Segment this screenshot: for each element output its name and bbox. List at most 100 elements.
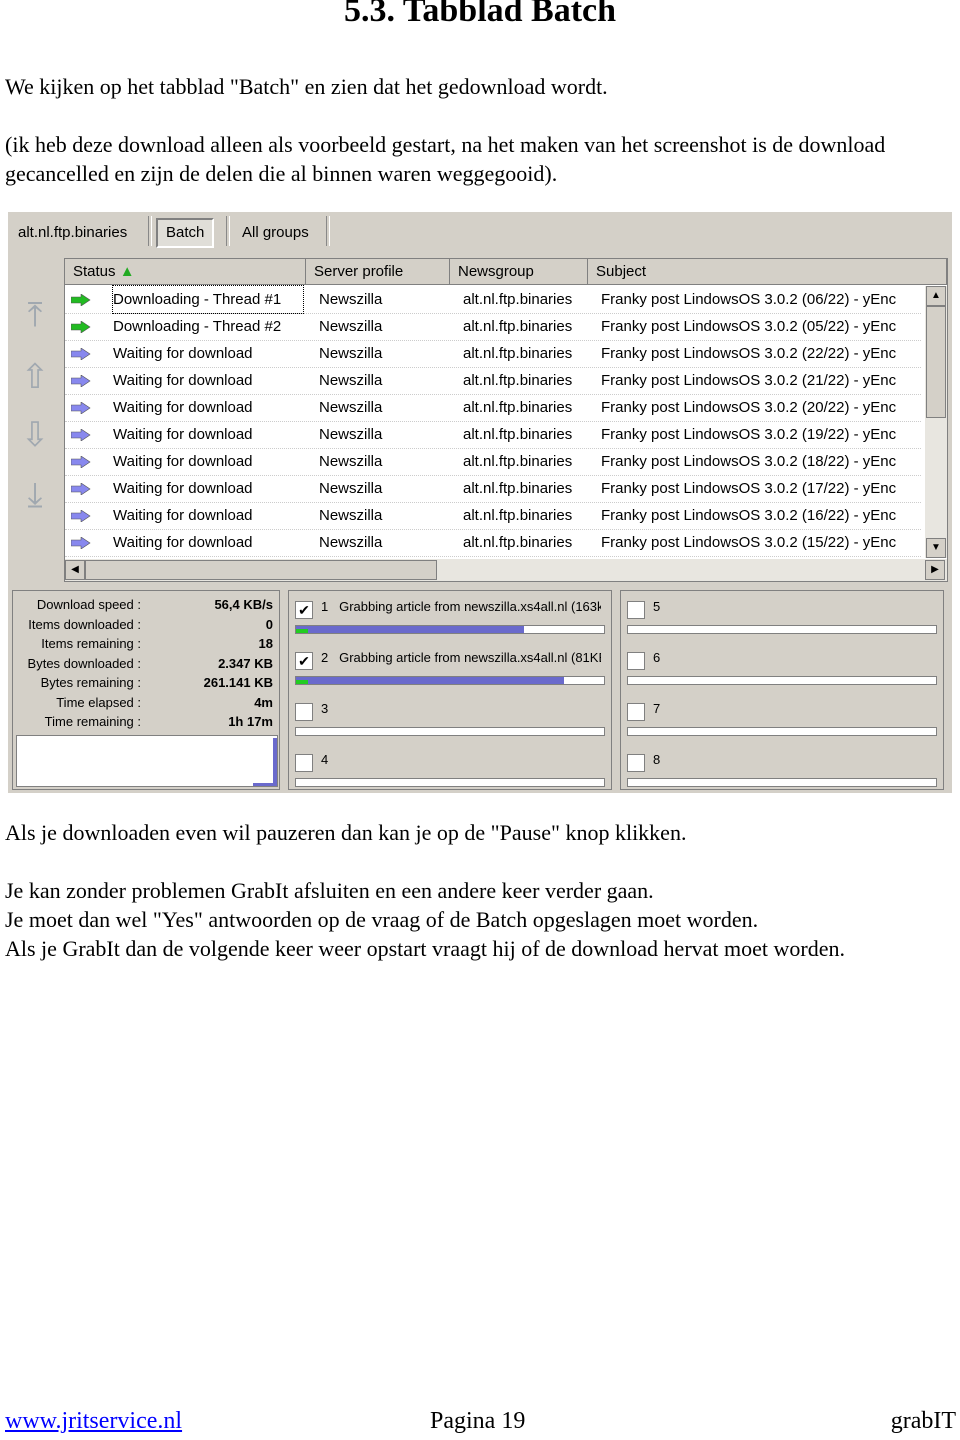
thread-progress-bar (295, 727, 605, 736)
footer-link[interactable]: www.jritservice.nl (5, 1408, 182, 1435)
grabit-screenshot: alt.nl.ftp.binaries Batch All groups ⤒ ⇧… (8, 212, 952, 793)
footer-brand: grabIT (890, 1408, 956, 1434)
stat-value: 56,4 KB/s (214, 597, 273, 612)
move-down-button[interactable]: ⇩ (20, 410, 50, 460)
tab-newsgroup[interactable]: alt.nl.ftp.binaries (18, 220, 127, 246)
status-cell: Waiting for download (113, 534, 253, 551)
thread-text: 3 (321, 701, 601, 716)
newsgroup-cell: alt.nl.ftp.binaries (463, 453, 573, 470)
status-cell: Waiting for download (113, 480, 253, 497)
status-cell: Waiting for download (113, 507, 253, 524)
threads-panel-left: ✔ 1 Grabbing article from newszilla.xs4a… (288, 590, 612, 790)
server-cell: Newszilla (319, 480, 383, 497)
server-cell: Newszilla (319, 345, 383, 362)
tab-batch[interactable]: Batch (156, 218, 215, 248)
move-up-button[interactable]: ⇧ (20, 352, 50, 402)
move-to-bottom-button[interactable]: ⤓ (20, 470, 50, 520)
table-row[interactable]: Waiting for download Newszilla alt.nl.ft… (65, 448, 921, 476)
status-cell: Downloading - Thread #2 (113, 318, 282, 335)
page-title: 5.3. Tabblad Batch (343, 0, 617, 29)
subject-cell: Franky post LindowsOS 3.0.2 (21/22) - yE… (601, 372, 897, 389)
tab-all-groups[interactable]: All groups (242, 220, 309, 246)
stat-label: Download speed : (36, 597, 141, 612)
table-row[interactable]: Downloading - Thread #2 Newszilla alt.nl… (65, 313, 921, 341)
waiting-arrow-icon (71, 429, 91, 441)
thread-checkbox[interactable]: ✔ (295, 601, 313, 619)
table-row[interactable]: Waiting for download Newszilla alt.nl.ft… (65, 475, 921, 503)
scroll-left-icon[interactable]: ◀ (65, 560, 85, 580)
waiting-arrow-icon (71, 537, 91, 549)
thread-progress-bar (295, 778, 605, 787)
status-cell: Waiting for download (113, 372, 253, 389)
subject-cell: Franky post LindowsOS 3.0.2 (18/22) - yE… (601, 453, 897, 470)
thread-slot: ✔ 1 Grabbing article from newszilla.xs4a… (289, 593, 613, 643)
scroll-down-icon[interactable]: ▼ (926, 538, 946, 558)
server-cell: Newszilla (319, 426, 383, 443)
waiting-arrow-icon (71, 510, 91, 522)
table-row[interactable]: Waiting for download Newszilla alt.nl.ft… (65, 421, 921, 449)
horizontal-scrollbar[interactable]: ◀ ▶ (65, 559, 947, 581)
table-row[interactable]: Waiting for download Newszilla alt.nl.ft… (65, 502, 921, 530)
divider (226, 216, 230, 246)
newsgroup-cell: alt.nl.ftp.binaries (463, 507, 573, 524)
thread-checkbox[interactable] (627, 652, 645, 670)
column-header-newsgroup[interactable]: Newsgroup (450, 259, 588, 285)
thread-number: 1 (321, 599, 329, 614)
waiting-arrow-icon (71, 375, 91, 387)
waiting-arrow-icon (71, 348, 91, 360)
subject-cell: Franky post LindowsOS 3.0.2 (06/22) - yE… (601, 291, 897, 308)
newsgroup-cell: alt.nl.ftp.binaries (463, 318, 573, 335)
stat-label: Bytes downloaded : (27, 655, 141, 671)
server-cell: Newszilla (319, 372, 383, 389)
vertical-scrollbar[interactable]: ▲ ▼ (925, 286, 947, 558)
table-row[interactable]: Waiting for download Newszilla alt.nl.ft… (65, 340, 921, 368)
thread-progress-bar (627, 676, 937, 685)
column-header-subject[interactable]: Subject (588, 259, 947, 285)
stats-panel: Download speed : 56,4 KB/s Items download… (12, 590, 280, 790)
paragraph: Als je downloaden even wil pauzeren dan … (5, 820, 687, 845)
thread-progress-bar (627, 625, 937, 634)
waiting-arrow-icon (71, 456, 91, 468)
thread-status: Grabbing article from newszilla.xs4all.n… (339, 599, 601, 614)
thread-slot: 4 (289, 746, 613, 796)
paragraph: Je moet dan wel "Yes" antwoorden op de v… (5, 907, 759, 932)
thread-number: 6 (653, 650, 661, 665)
thread-text: 6 (653, 650, 933, 665)
column-header-status[interactable]: Status ▲ (65, 259, 306, 285)
thread-checkbox[interactable] (295, 754, 313, 772)
subject-cell: Franky post LindowsOS 3.0.2 (16/22) - yE… (601, 507, 897, 524)
thread-slot: 7 (621, 695, 945, 745)
scrollbar-thumb[interactable] (926, 306, 946, 418)
stat-value: 2.347 KB (218, 655, 273, 671)
thread-checkbox[interactable] (627, 703, 645, 721)
table-row[interactable]: Downloading - Thread #1 Newszilla alt.nl… (65, 285, 921, 314)
server-cell: Newszilla (319, 534, 383, 551)
column-header-server[interactable]: Server profile (306, 259, 450, 285)
scrollbar-thumb[interactable] (85, 560, 437, 580)
batch-list: Status ▲ Server profile Newsgroup Subjec… (64, 258, 948, 582)
thread-text: 2 Grabbing article from newszilla.xs4all… (321, 650, 601, 665)
stat-value: 1h 17m (228, 714, 273, 729)
server-cell: Newszilla (319, 318, 383, 335)
thread-number: 7 (653, 701, 661, 716)
waiting-arrow-icon (71, 402, 91, 414)
sort-ascending-icon: ▲ (119, 263, 135, 280)
thread-checkbox[interactable] (295, 703, 313, 721)
table-row[interactable]: Waiting for download Newszilla alt.nl.ft… (65, 529, 921, 557)
table-row[interactable]: Waiting for download Newszilla alt.nl.ft… (65, 367, 921, 395)
move-to-top-button[interactable]: ⤒ (20, 290, 50, 340)
stat-label: Time elapsed : (56, 694, 141, 710)
scroll-up-icon[interactable]: ▲ (926, 286, 946, 306)
scroll-right-icon[interactable]: ▶ (925, 560, 945, 580)
server-cell: Newszilla (319, 291, 383, 308)
thread-checkbox[interactable] (627, 601, 645, 619)
stat-label: Items downloaded : (28, 616, 141, 632)
stat-value: 0 (265, 616, 273, 632)
subject-cell: Franky post LindowsOS 3.0.2 (17/22) - yE… (601, 480, 897, 497)
paragraph: Je kan zonder problemen GrabIt afsluiten… (5, 878, 654, 903)
newsgroup-cell: alt.nl.ftp.binaries (463, 426, 573, 443)
table-row[interactable]: Waiting for download Newszilla alt.nl.ft… (65, 394, 921, 422)
thread-progress-bar (627, 727, 937, 736)
thread-checkbox[interactable]: ✔ (295, 652, 313, 670)
thread-checkbox[interactable] (627, 754, 645, 772)
